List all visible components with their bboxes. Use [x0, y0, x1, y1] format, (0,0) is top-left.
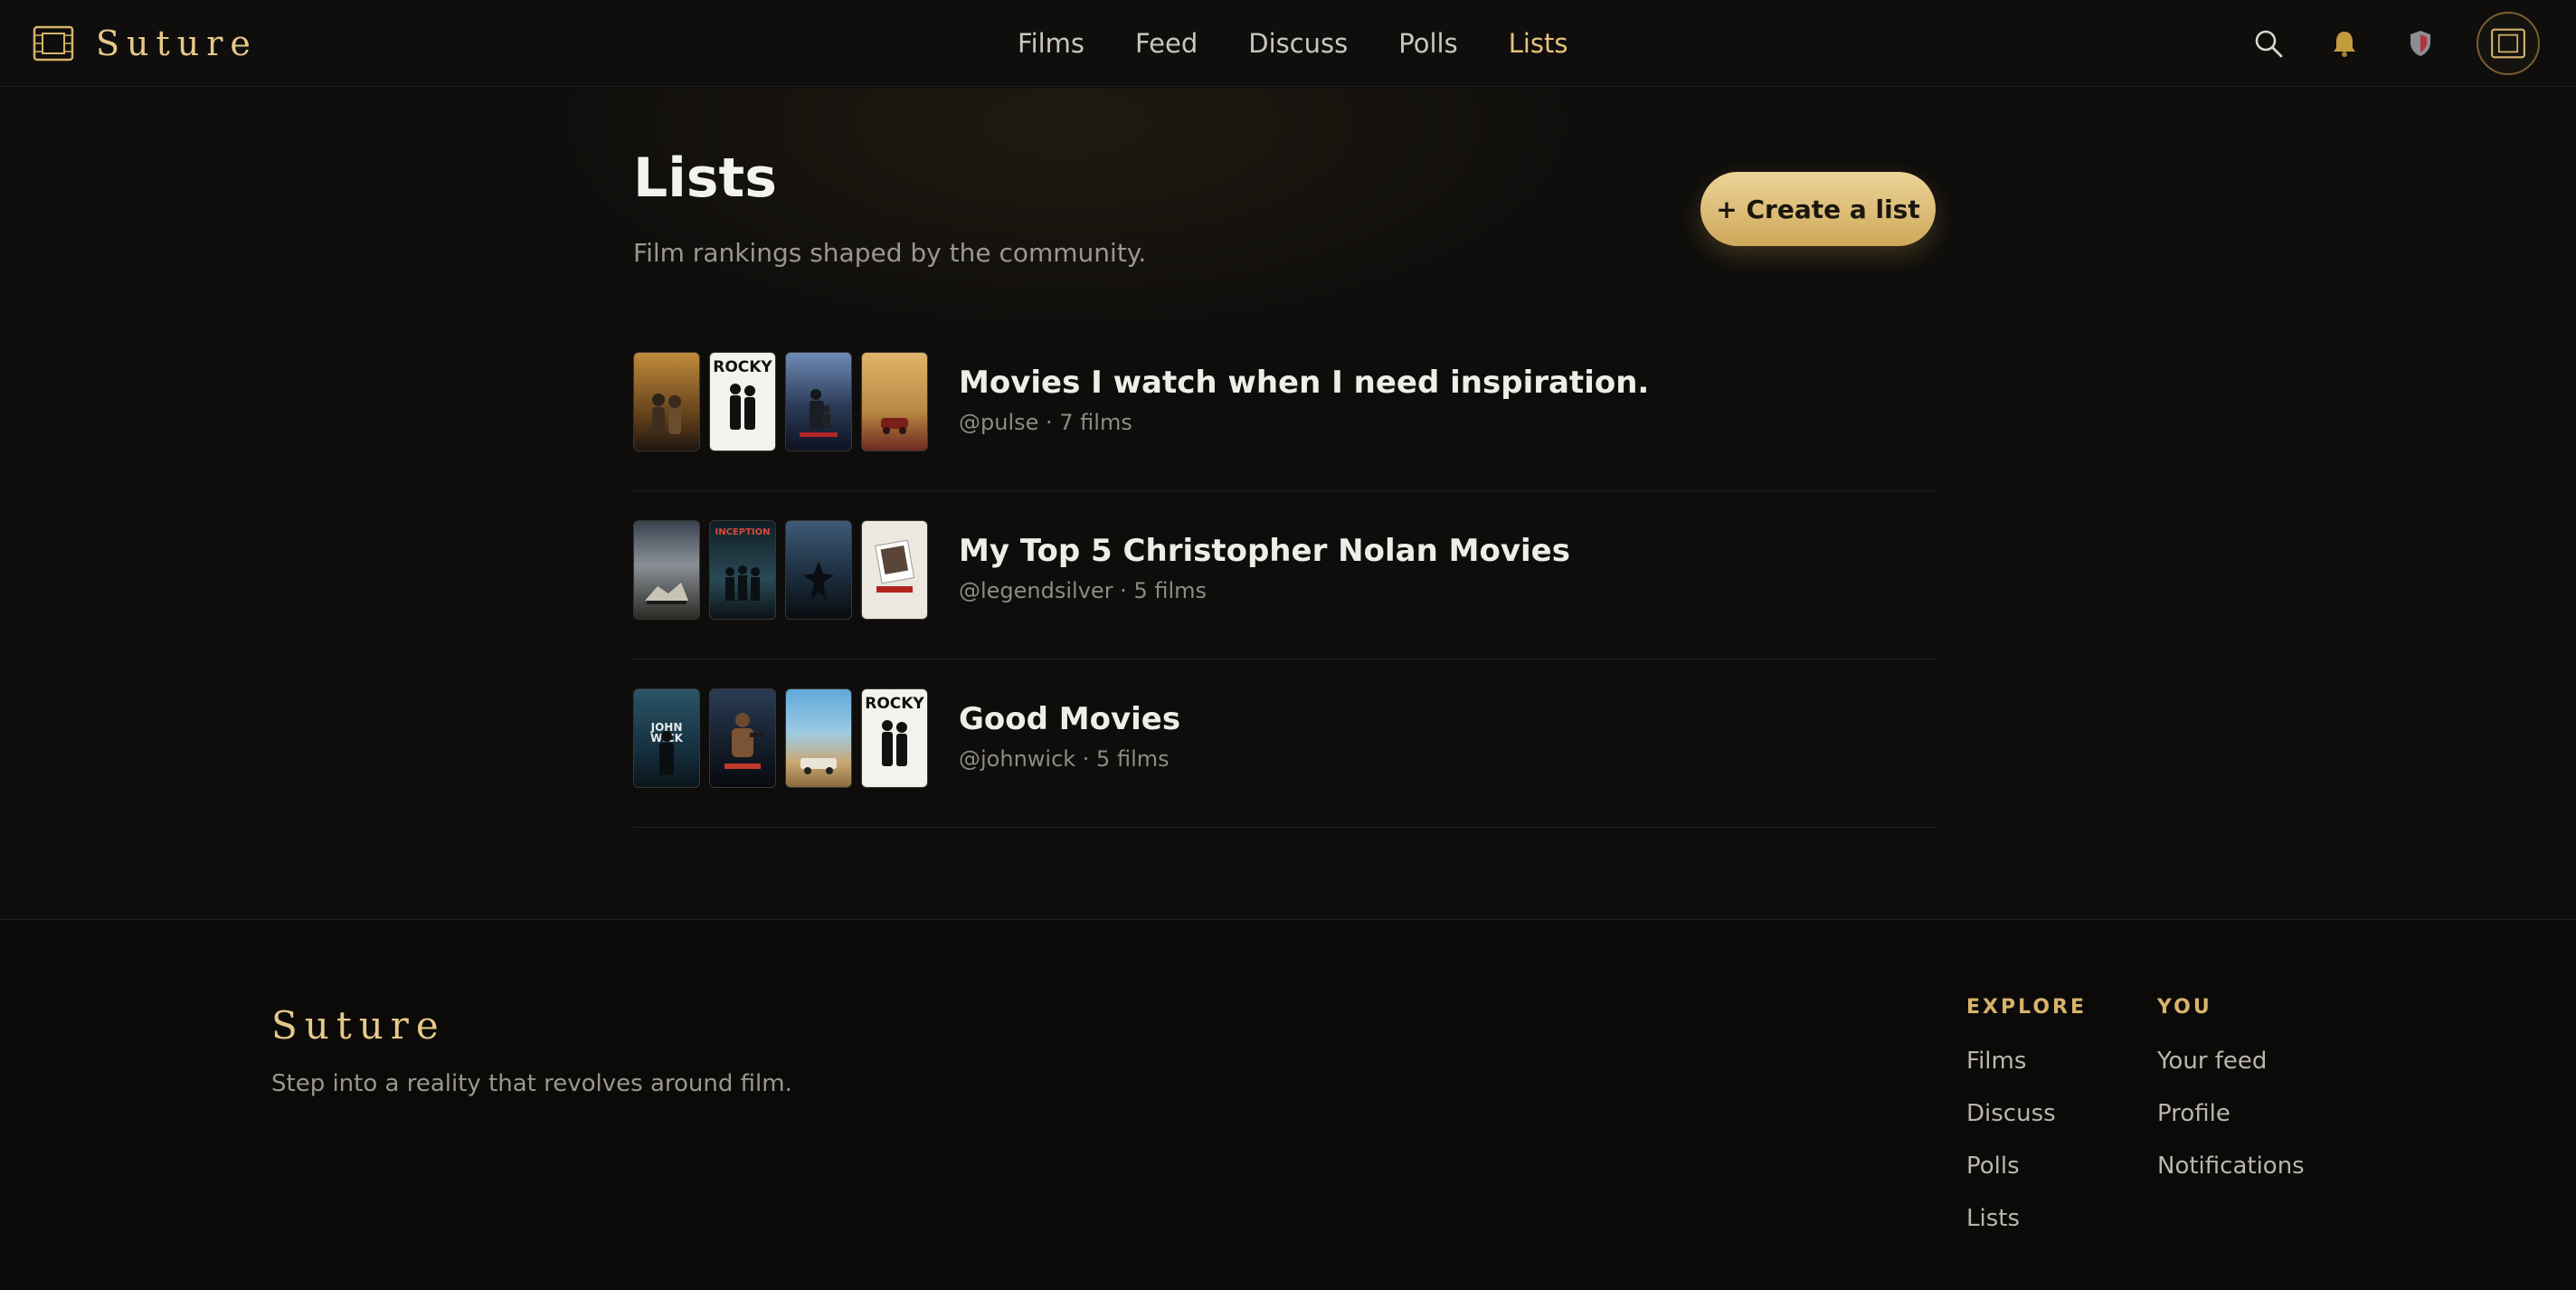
footer-link-polls[interactable]: Polls: [1966, 1152, 2087, 1180]
list-item[interactable]: INCEPTION My Top 5 Christopher Nolan Mov…: [633, 491, 1936, 659]
footer-link-lists[interactable]: Lists: [1966, 1205, 2087, 1232]
film-poster: INCEPTION: [709, 520, 776, 620]
page-subtitle: Film rankings shaped by the community.: [633, 238, 1147, 268]
film-frame-icon: [33, 25, 74, 62]
nav-lists[interactable]: Lists: [1509, 28, 1568, 59]
list-meta: @johnwick · 5 films: [959, 746, 1170, 772]
nav-polls[interactable]: Polls: [1398, 28, 1457, 59]
header-actions: [2212, 11, 2540, 76]
poster-stack: JOHN WICK ROCKY: [633, 688, 937, 788]
footer-tagline: Step into a reality that revolves around…: [271, 1070, 792, 1097]
film-poster: [785, 520, 852, 620]
shield-icon[interactable]: [2401, 24, 2440, 63]
poster-stack: ROCKY: [633, 352, 937, 451]
footer-link-profile[interactable]: Profile: [2157, 1100, 2305, 1127]
film-poster: JOHN WICK: [633, 688, 700, 788]
list-collection: ROCKY Movies I watch when I need inspira…: [633, 323, 1936, 828]
list-meta: @legendsilver · 5 films: [959, 578, 1208, 603]
brand-name: Suture: [96, 24, 258, 63]
film-poster: [785, 352, 852, 451]
list-item[interactable]: JOHN WICK ROCKY Good Movies @johnwick · …: [633, 659, 1936, 828]
film-poster: ROCKY: [709, 352, 776, 451]
footer-you-column: YOU Your feed Profile Notifications: [2157, 996, 2305, 1205]
film-poster: ROCKY: [861, 688, 928, 788]
footer-link-your-feed[interactable]: Your feed: [2157, 1048, 2305, 1075]
brand-logo[interactable]: Suture: [33, 18, 258, 69]
site-footer: Suture Step into a reality that revolves…: [0, 919, 2576, 1290]
top-navbar: Suture Films Feed Discuss Polls Lists: [0, 0, 2576, 87]
film-poster: [861, 520, 928, 620]
footer-you-heading: YOU: [2157, 996, 2212, 1019]
page-title: Lists: [633, 147, 777, 210]
film-poster: [633, 352, 700, 451]
list-title[interactable]: Good Movies: [959, 701, 1180, 737]
main-nav: Films Feed Discuss Polls Lists: [1018, 20, 1568, 67]
footer-link-films[interactable]: Films: [1966, 1048, 2087, 1075]
film-poster: [633, 520, 700, 620]
footer-link-discuss[interactable]: Discuss: [1966, 1100, 2087, 1127]
film-poster: [785, 688, 852, 788]
user-avatar[interactable]: [2477, 12, 2540, 75]
create-list-button[interactable]: + Create a list: [1700, 172, 1936, 246]
nav-films[interactable]: Films: [1018, 28, 1084, 59]
nav-feed[interactable]: Feed: [1135, 28, 1198, 59]
poster-title: INCEPTION: [715, 527, 771, 537]
footer-explore-heading: EXPLORE: [1966, 996, 2088, 1019]
list-item[interactable]: ROCKY Movies I watch when I need inspira…: [633, 323, 1936, 491]
bell-icon[interactable]: [2325, 24, 2364, 63]
nav-discuss[interactable]: Discuss: [1248, 28, 1348, 59]
footer-brand[interactable]: Suture: [271, 1003, 446, 1048]
poster-stack: INCEPTION: [633, 520, 937, 620]
film-poster: [709, 688, 776, 788]
film-poster: [861, 352, 928, 451]
list-title[interactable]: Movies I watch when I need inspiration.: [959, 365, 1649, 401]
film-avatar-icon: [2491, 28, 2525, 59]
footer-explore-column: EXPLORE Films Discuss Polls Lists: [1966, 996, 2087, 1257]
poster-title: ROCKY: [865, 695, 924, 713]
list-meta: @pulse · 7 films: [959, 410, 1132, 435]
footer-link-notifications[interactable]: Notifications: [2157, 1152, 2305, 1180]
search-icon[interactable]: [2249, 24, 2288, 63]
list-title[interactable]: My Top 5 Christopher Nolan Movies: [959, 533, 1570, 569]
poster-title: ROCKY: [713, 358, 772, 376]
